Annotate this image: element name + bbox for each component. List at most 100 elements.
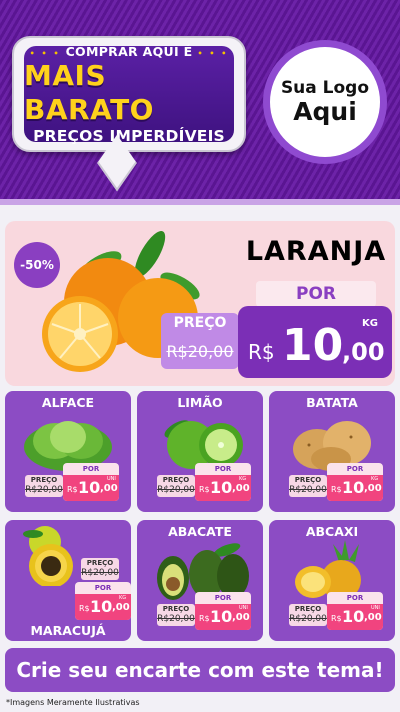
featured-old-price: R$20,00 [166, 342, 234, 361]
product-name: BATATA [306, 395, 358, 410]
preco-label: PREÇO [294, 605, 322, 613]
price-decimal: ,00 [112, 602, 130, 613]
product-card: LIMÃO PREÇO R$20,00 POR R$ 10,00 KG [137, 391, 263, 512]
price-box: R$ 10,00 KG [327, 475, 383, 501]
product-image [279, 411, 385, 471]
por-label: POR [214, 465, 232, 473]
featured-price-tag: R$ 10 ,00 KG [238, 306, 392, 378]
price-tag: POR R$ 10,00 KG [195, 463, 251, 501]
price-decimal: ,00 [364, 483, 382, 494]
old-price-tag: PREÇO R$20,00 [289, 604, 327, 626]
unit: KG [119, 595, 127, 601]
product-card: ALFACE PREÇO R$20,00 POR R$ 10,00 UNI [5, 391, 131, 512]
price-box: R$ 10,00 UNI [63, 475, 119, 501]
price-box: R$ 10,00 KG [195, 475, 251, 501]
preco-label: PREÇO [294, 476, 322, 484]
discount-badge: -50% [14, 242, 60, 288]
price-decimal: ,00 [100, 483, 118, 494]
por-label: POR [94, 584, 112, 592]
unit: UNI [107, 476, 116, 482]
featured-old-price-tag: PREÇO R$20,00 [161, 313, 239, 369]
price-decimal: ,00 [232, 483, 250, 494]
unit: UNI [371, 605, 380, 611]
featured-preco-label: PREÇO [173, 315, 227, 331]
por-label: POR [82, 465, 100, 473]
old-price-tag: PREÇO R$20,00 [157, 475, 195, 497]
preco-label: PREÇO [86, 559, 114, 567]
promo-top-text: COMPRAR AQUI É [65, 43, 193, 59]
featured-product-name: LARANJA [245, 236, 387, 267]
promo-top-line: • • • COMPRAR AQUI É • • • [29, 43, 229, 59]
unit: UNI [239, 605, 248, 611]
preco-label: PREÇO [162, 476, 190, 484]
logo-placeholder: Sua Logo Aqui [263, 40, 387, 164]
currency: R$ [199, 614, 210, 623]
old-price: R$20,00 [25, 485, 63, 495]
promo-subline: PREÇOS IMPERDÍVEIS [33, 126, 225, 145]
price-tag: POR R$ 10,00 UNI [195, 592, 251, 630]
por-label: POR [346, 594, 364, 602]
price-decimal: ,00 [364, 612, 382, 623]
currency: R$ [79, 604, 90, 613]
product-name: ABACATE [168, 524, 232, 539]
product-image [279, 540, 385, 600]
old-price: R$20,00 [81, 568, 119, 578]
footnote: *Imagens Meramente Ilustrativas [6, 698, 140, 707]
currency: R$ [67, 485, 78, 494]
price-decimal: ,00 [232, 612, 250, 623]
product-name: ALFACE [41, 395, 95, 410]
product-image [147, 411, 253, 471]
header-banner: • • • COMPRAR AQUI É • • • MAIS BARATO PRE… [0, 0, 400, 205]
price-integer: 10 [210, 607, 233, 626]
product-card: BATATA PREÇO R$20,00 POR R$ 10,00 KG [269, 391, 395, 512]
promo-bubble-inner: • • • COMPRAR AQUI É • • • MAIS BARATO PRE… [24, 43, 234, 145]
old-price: R$20,00 [157, 485, 195, 495]
old-price-tag: PREÇO R$20,00 [25, 475, 63, 497]
por-label: POR [346, 465, 364, 473]
product-name: MARACUJÁ [30, 623, 106, 638]
old-price-tag: PREÇO R$20,00 [157, 604, 195, 626]
featured-unit: KG [362, 318, 378, 329]
price-integer: 10 [342, 607, 365, 626]
currency: R$ [331, 614, 342, 623]
product-card: MARACUJÁ PREÇO R$20,00 POR R$ 10,00 KG [5, 520, 131, 641]
logo-text-line1: Sua Logo [280, 78, 370, 98]
price-tag: POR R$ 10,00 UNI [63, 463, 119, 501]
unit: KG [371, 476, 379, 482]
price-integer: 10 [210, 478, 233, 497]
featured-price-decimal: ,00 [342, 338, 385, 366]
old-price: R$20,00 [289, 485, 327, 495]
product-name: ABCAXI [305, 524, 359, 539]
old-price-tag: PREÇO R$20,00 [81, 558, 119, 580]
product-name: LIMÃO [177, 395, 223, 410]
featured-price-integer: 10 [282, 320, 344, 371]
featured-currency: R$ [248, 340, 275, 364]
price-integer: 10 [90, 597, 113, 616]
por-label: POR [214, 594, 232, 602]
price-tag: POR R$ 10,00 UNI [327, 592, 383, 630]
preco-label: PREÇO [30, 476, 58, 484]
currency: R$ [331, 485, 342, 494]
old-price: R$20,00 [289, 614, 327, 624]
price-box: R$ 10,00 UNI [327, 604, 383, 630]
price-integer: 10 [78, 478, 101, 497]
price-integer: 10 [342, 478, 365, 497]
promo-speech-bubble: • • • COMPRAR AQUI É • • • MAIS BARATO PRE… [12, 36, 246, 152]
price-box: R$ 10,00 UNI [195, 604, 251, 630]
logo-text-line2: Aqui [293, 97, 357, 126]
price-tag: POR R$ 10,00 KG [327, 463, 383, 501]
product-image [15, 411, 121, 471]
price-box: R$ 10,00 KG [75, 594, 131, 620]
old-price: R$20,00 [157, 614, 195, 624]
preco-label: PREÇO [162, 605, 190, 613]
unit: KG [239, 476, 247, 482]
product-card: ABACATE PREÇO R$20,00 POR R$ 10,00 UNI [137, 520, 263, 641]
featured-por-label: POR [256, 281, 376, 307]
product-image [147, 540, 253, 600]
old-price-tag: PREÇO R$20,00 [289, 475, 327, 497]
product-card: ABCAXI PREÇO R$20,00 POR R$ 10,00 UNI [269, 520, 395, 641]
promo-headline: MAIS BARATO [24, 58, 154, 126]
currency: R$ [199, 485, 210, 494]
cta-banner: Crie seu encarte com este tema! [5, 648, 395, 692]
price-tag: POR R$ 10,00 KG [75, 582, 131, 620]
